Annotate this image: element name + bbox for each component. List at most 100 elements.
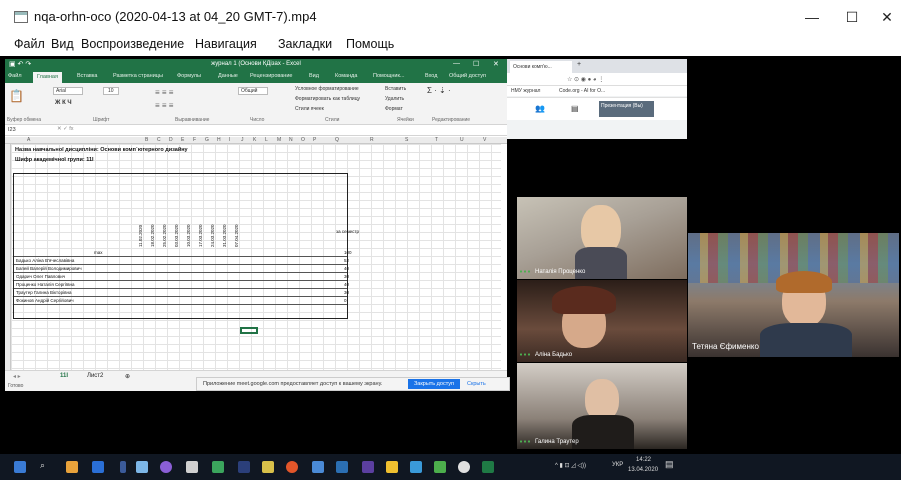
participant-tile[interactable]: Аліна Бадько xyxy=(517,280,687,362)
stop-sharing-button[interactable]: Закрыть доступ xyxy=(408,379,460,389)
col-o[interactable]: O xyxy=(301,137,305,143)
name-box[interactable]: I23 xyxy=(8,127,16,133)
delete-cells-button[interactable]: Удалить xyxy=(385,96,404,102)
col-s[interactable]: S xyxy=(405,137,408,143)
calculator-icon[interactable] xyxy=(186,461,198,473)
conditional-format-button[interactable]: Условное форматирование xyxy=(295,86,359,92)
language-indicator[interactable]: УКР xyxy=(612,462,623,468)
chat-icon[interactable]: ▤ xyxy=(571,104,579,113)
app-icon[interactable] xyxy=(238,461,250,473)
col-f[interactable]: F xyxy=(193,137,196,143)
col-v[interactable]: V xyxy=(483,137,486,143)
sheet-tab-list2[interactable]: Лист2 xyxy=(87,373,103,379)
menu-navigation[interactable]: Навигация xyxy=(195,37,257,51)
app-icon[interactable] xyxy=(136,461,148,473)
col-b[interactable]: B xyxy=(145,137,148,143)
col-p[interactable]: P xyxy=(313,137,316,143)
col-c[interactable]: C xyxy=(157,137,161,143)
align-center-icons[interactable]: ≡ ≡ ≡ xyxy=(155,101,173,110)
minimize-button[interactable]: — xyxy=(795,6,829,28)
word-icon[interactable] xyxy=(92,461,104,473)
col-m[interactable]: M xyxy=(277,137,281,143)
cell-styles-button[interactable]: Стили ячеек xyxy=(295,106,324,112)
col-d[interactable]: D xyxy=(169,137,173,143)
excel-icon[interactable] xyxy=(482,461,494,473)
selected-cell[interactable] xyxy=(240,327,258,334)
col-a[interactable]: A xyxy=(27,137,30,143)
excel-tab-file[interactable]: Файл xyxy=(8,73,22,79)
more-options-icon[interactable] xyxy=(519,270,531,273)
format-as-table-button[interactable]: Форматировать как таблицу xyxy=(295,96,360,102)
bookmark-journal[interactable]: НМУ журнал xyxy=(511,88,540,94)
add-sheet-icon[interactable]: ⊕ xyxy=(125,373,130,380)
insert-cells-button[interactable]: Вставить xyxy=(385,86,406,92)
excel-tab-data[interactable]: Данные xyxy=(218,73,238,79)
app-icon[interactable] xyxy=(262,461,274,473)
excel-signin[interactable]: Вход xyxy=(425,73,437,79)
excel-tab-view[interactable]: Вид xyxy=(309,73,319,79)
explorer-icon[interactable] xyxy=(66,461,78,473)
sheet-tab-11i[interactable]: 11І xyxy=(60,373,68,379)
bold-icon[interactable]: Ж К Ч xyxy=(55,100,72,106)
excel-tab-home[interactable]: Главная xyxy=(33,72,62,83)
participant-tile[interactable]: Наталія Проценко xyxy=(517,197,687,279)
col-e[interactable]: E xyxy=(181,137,184,143)
col-g[interactable]: G xyxy=(205,137,209,143)
browser-tab[interactable]: Основи комп'ю... xyxy=(510,61,572,73)
excel-tab-layout[interactable]: Разметка страницы xyxy=(113,73,163,79)
align-icons[interactable]: ≡ ≡ ≡ xyxy=(155,88,173,97)
presentation-tile[interactable]: Презентация (Вы) xyxy=(599,101,654,117)
autosum-icon[interactable]: Σ · ⇣ · xyxy=(427,86,451,95)
excel-tab-team[interactable]: Команда xyxy=(335,73,357,79)
col-r[interactable]: R xyxy=(370,137,374,143)
col-j[interactable]: J xyxy=(241,137,244,143)
col-n[interactable]: N xyxy=(289,137,293,143)
col-u[interactable]: U xyxy=(460,137,464,143)
app-icon[interactable] xyxy=(212,461,224,473)
app-icon[interactable] xyxy=(458,461,470,473)
participant-tile[interactable]: Галина Траутер xyxy=(517,363,687,449)
menu-bookmarks[interactable]: Закладки xyxy=(278,37,332,51)
clock-time[interactable]: 14:22 xyxy=(636,457,651,463)
extension-icons[interactable]: ☆ ⊙ ◉ ● ◕ ⋮ xyxy=(567,76,604,83)
excel-tab-review[interactable]: Рецензирование xyxy=(250,73,292,79)
app-icon[interactable] xyxy=(160,461,172,473)
col-l[interactable]: L xyxy=(265,137,268,143)
format-cells-button[interactable]: Формат xyxy=(385,106,403,112)
menu-file[interactable]: Файл xyxy=(14,37,45,51)
notifications-icon[interactable]: ▤ xyxy=(665,459,674,470)
menu-help[interactable]: Помощь xyxy=(346,37,394,51)
search-icon[interactable]: ⌕ xyxy=(40,460,45,471)
people-icon[interactable]: 👥 xyxy=(535,104,545,113)
maximize-button[interactable]: ☐ xyxy=(835,6,869,28)
chrome-icon[interactable] xyxy=(286,461,298,473)
menu-playback[interactable]: Воспроизведение xyxy=(81,37,184,51)
excel-tab-insert[interactable]: Вставка xyxy=(77,73,97,79)
sheet-nav-icon[interactable]: ◂ ▸ xyxy=(13,373,21,380)
more-options-icon[interactable] xyxy=(519,353,531,356)
app-icon[interactable] xyxy=(336,461,348,473)
more-options-icon[interactable] xyxy=(519,440,531,443)
tray-icons[interactable]: ^ ▮ ⊡ ◿ ◁)) xyxy=(555,462,586,469)
app-icon[interactable] xyxy=(434,461,446,473)
font-select[interactable]: Arial xyxy=(53,87,84,95)
excel-close-icon[interactable]: ✕ xyxy=(493,60,499,68)
bookmark-codeorg[interactable]: Code.org - AI for O... xyxy=(559,88,605,94)
app-icon[interactable] xyxy=(410,461,422,473)
col-h[interactable]: H xyxy=(217,137,221,143)
participant-tile-main[interactable]: Тетяна Єфименко xyxy=(688,233,899,357)
number-format-select[interactable]: Общий xyxy=(238,87,269,95)
menu-view[interactable]: Вид xyxy=(51,37,74,51)
clock-date[interactable]: 13.04.2020 xyxy=(628,467,658,473)
col-k[interactable]: K xyxy=(253,137,256,143)
paste-icon[interactable]: 📋 xyxy=(9,89,24,103)
col-q[interactable]: Q xyxy=(335,137,339,143)
font-size-select[interactable]: 10 xyxy=(103,87,119,95)
app-icon[interactable] xyxy=(312,461,324,473)
app-icon[interactable] xyxy=(362,461,374,473)
formula-bar[interactable]: I23 ✕ ✓ fx xyxy=(5,125,507,136)
hide-notification-link[interactable]: Скрыть xyxy=(467,381,486,387)
excel-share[interactable]: Общий доступ xyxy=(449,73,486,79)
col-t[interactable]: T xyxy=(435,137,438,143)
excel-tab-tellme[interactable]: Помощник... xyxy=(373,73,404,79)
